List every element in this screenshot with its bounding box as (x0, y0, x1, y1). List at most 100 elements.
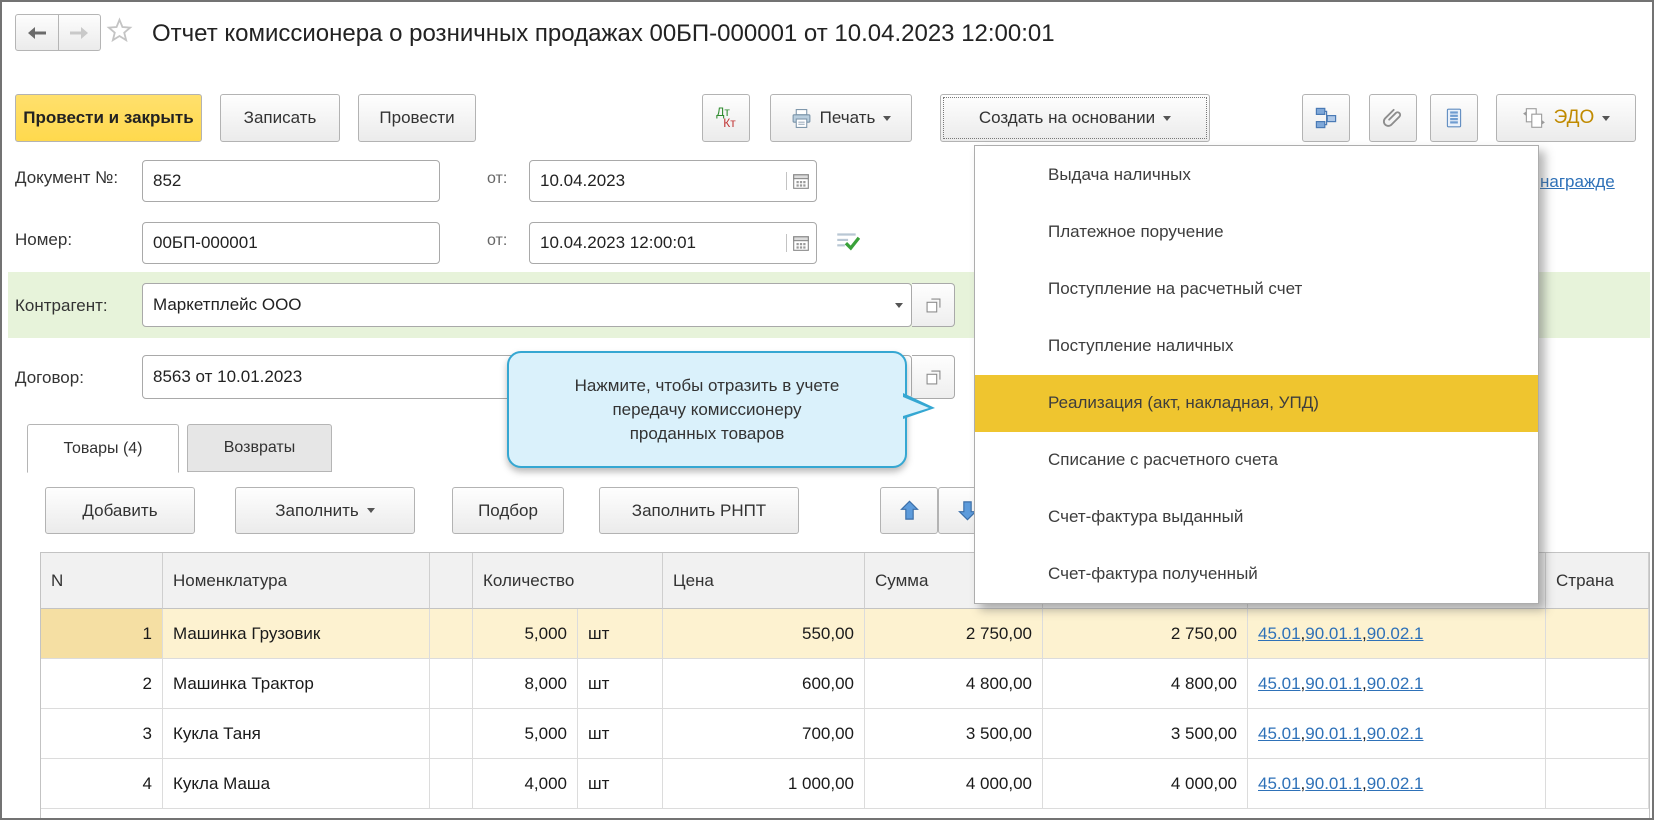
create-based-on-button[interactable]: Создать на основании (940, 94, 1210, 142)
fill-rnpt-button[interactable]: Заполнить РНПТ (599, 487, 799, 534)
menu-item[interactable]: Поступление на расчетный счет (975, 260, 1538, 317)
cell-qty: 8,000 (473, 659, 578, 709)
paperclip-icon (1382, 107, 1404, 129)
post-button[interactable]: Провести (358, 94, 476, 142)
post-and-close-button[interactable]: Провести и закрыть (15, 94, 202, 142)
counterparty-label: Контрагент: (15, 296, 108, 316)
move-up-button[interactable] (880, 487, 938, 534)
contract-value: 8563 от 10.01.2023 (153, 367, 302, 387)
doc-date-value: 10.04.2023 (540, 171, 625, 191)
table-row[interactable]: 1Машинка Грузовик5,000шт550,002 750,002 … (41, 609, 1649, 659)
report-list-button[interactable] (1430, 94, 1478, 142)
cell-sum: 4 800,00 (865, 659, 1043, 709)
counterparty-open-button[interactable] (912, 283, 955, 327)
favorite-star-icon[interactable] (106, 17, 133, 49)
commission-link-fragment[interactable]: награжде (1540, 172, 1652, 192)
account-link[interactable]: 90.01.1 (1305, 774, 1362, 794)
doc-date-label: от: (487, 170, 507, 188)
cell-accounts: 45.01, 90.01.1, 90.02.1 (1248, 709, 1546, 759)
page-title: Отчет комиссионера о розничных продажах … (152, 20, 1055, 48)
account-link[interactable]: 90.02.1 (1367, 724, 1424, 744)
tab-goods-label: Товары (4) (63, 440, 142, 458)
number-input[interactable]: 00БП-000001 (142, 222, 440, 264)
account-link[interactable]: 45.01 (1258, 774, 1301, 794)
list-icon (1443, 107, 1465, 129)
header-quantity[interactable]: Количество (473, 553, 663, 609)
cell-accounts: 45.01, 90.01.1, 90.02.1 (1248, 659, 1546, 709)
tab-goods[interactable]: Товары (4) (27, 424, 179, 473)
print-button[interactable]: Печать (770, 94, 912, 142)
account-link[interactable]: 90.01.1 (1305, 624, 1362, 644)
related-documents-button[interactable] (1302, 94, 1350, 142)
cell-country (1546, 609, 1649, 659)
menu-item[interactable]: Счет-фактура полученный (975, 546, 1538, 603)
tab-returns[interactable]: Возвраты (187, 424, 332, 472)
combo-dropdown-icon[interactable] (895, 303, 903, 308)
dtkt-postings-button[interactable]: ДтКт (702, 94, 750, 142)
tab-returns-label: Возвраты (224, 439, 296, 457)
fill-button[interactable]: Заполнить (235, 487, 415, 534)
chevron-down-icon (367, 508, 375, 513)
account-link[interactable]: 45.01 (1258, 624, 1301, 644)
doc-date-input[interactable]: 10.04.2023 (529, 160, 817, 202)
dtkt-icon: ДтКт (716, 107, 736, 129)
menu-item[interactable]: Списание с расчетного счета (975, 432, 1538, 489)
pick-label: Подбор (478, 501, 538, 521)
menu-item[interactable]: Платежное поручение (975, 203, 1538, 260)
account-link[interactable]: 45.01 (1258, 674, 1301, 694)
printer-icon (791, 108, 812, 129)
cell-gap (430, 659, 473, 709)
menu-item[interactable]: Выдача наличных (975, 146, 1538, 203)
doc-no-label: Документ №: (15, 168, 118, 188)
cell-accounts: 45.01, 90.01.1, 90.02.1 (1248, 609, 1546, 659)
header-country[interactable]: Страна (1546, 553, 1649, 609)
header-price[interactable]: Цена (663, 553, 865, 609)
hint-tooltip: Нажмите, чтобы отразить в учете передачу… (507, 351, 907, 468)
header-n[interactable]: N (41, 553, 163, 609)
calendar-icon[interactable] (792, 172, 810, 190)
account-link[interactable]: 90.02.1 (1367, 624, 1424, 644)
table-row[interactable]: 2Машинка Трактор8,000шт600,004 800,004 8… (41, 659, 1649, 709)
cell-gap (430, 709, 473, 759)
number-value: 00БП-000001 (153, 233, 258, 253)
cell-sum: 4 000,00 (865, 759, 1043, 809)
header-nomenclature[interactable]: Номенклатура (163, 553, 430, 609)
menu-item[interactable]: Реализация (акт, накладная, УПД) (975, 375, 1538, 432)
create-based-menu: Выдача наличныхПлатежное поручениеПоступ… (974, 145, 1539, 604)
cell-unit: шт (578, 759, 663, 809)
doc-no-input[interactable]: 852 (142, 160, 440, 202)
save-button[interactable]: Записать (220, 94, 340, 142)
doc-no-value: 852 (153, 171, 181, 191)
add-label: Добавить (82, 501, 157, 521)
contract-label: Договор: (15, 368, 84, 388)
cell-accounts: 45.01, 90.01.1, 90.02.1 (1248, 759, 1546, 809)
back-button[interactable] (15, 14, 59, 51)
print-label: Печать (820, 108, 876, 128)
hint-line: передачу комиссионеру (509, 398, 905, 422)
table-row[interactable]: 4Кукла Маша4,000шт1 000,004 000,004 000,… (41, 759, 1649, 809)
cell-total: 4 000,00 (1043, 759, 1248, 809)
fill-rnpt-label: Заполнить РНПТ (632, 501, 766, 521)
cell-price: 600,00 (663, 659, 865, 709)
datetime-input[interactable]: 10.04.2023 12:00:01 (529, 222, 817, 264)
pick-button[interactable]: Подбор (452, 487, 564, 534)
account-link[interactable]: 90.01.1 (1305, 724, 1362, 744)
forward-button[interactable] (59, 14, 102, 51)
edo-label: ЭДО (1554, 107, 1595, 129)
create-based-on-label: Создать на основании (979, 108, 1155, 128)
add-button[interactable]: Добавить (45, 487, 195, 534)
edo-button[interactable]: ЭДО (1496, 94, 1636, 142)
hint-line: проданных товаров (509, 422, 905, 446)
menu-item[interactable]: Поступление наличных (975, 317, 1538, 374)
account-link[interactable]: 90.02.1 (1367, 674, 1424, 694)
attachments-button[interactable] (1369, 94, 1417, 142)
account-link[interactable]: 90.02.1 (1367, 774, 1424, 794)
calendar-icon[interactable] (792, 234, 810, 252)
account-link[interactable]: 90.01.1 (1305, 674, 1362, 694)
menu-item[interactable]: Счет-фактура выданный (975, 489, 1538, 546)
account-link[interactable]: 45.01 (1258, 724, 1301, 744)
table-row[interactable]: 3Кукла Таня5,000шт700,003 500,003 500,00… (41, 709, 1649, 759)
counterparty-value: Маркетплейс ООО (153, 295, 302, 315)
counterparty-input[interactable]: Маркетплейс ООО (142, 283, 912, 327)
cell-unit: шт (578, 609, 663, 659)
